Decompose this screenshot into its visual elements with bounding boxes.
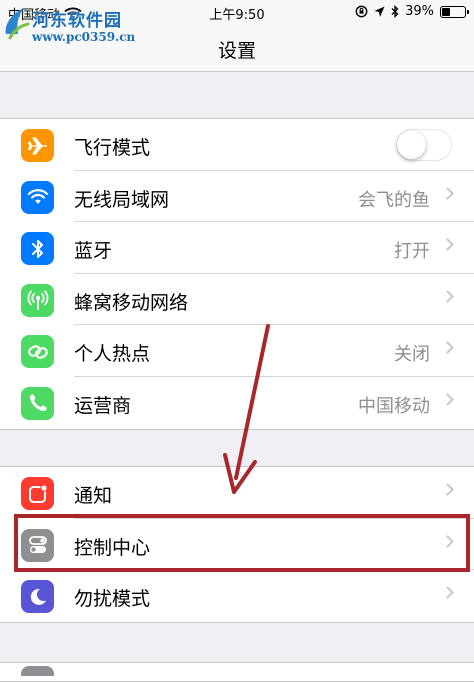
control-center-highlight-box	[14, 514, 470, 572]
annotation-arrow	[223, 324, 270, 494]
